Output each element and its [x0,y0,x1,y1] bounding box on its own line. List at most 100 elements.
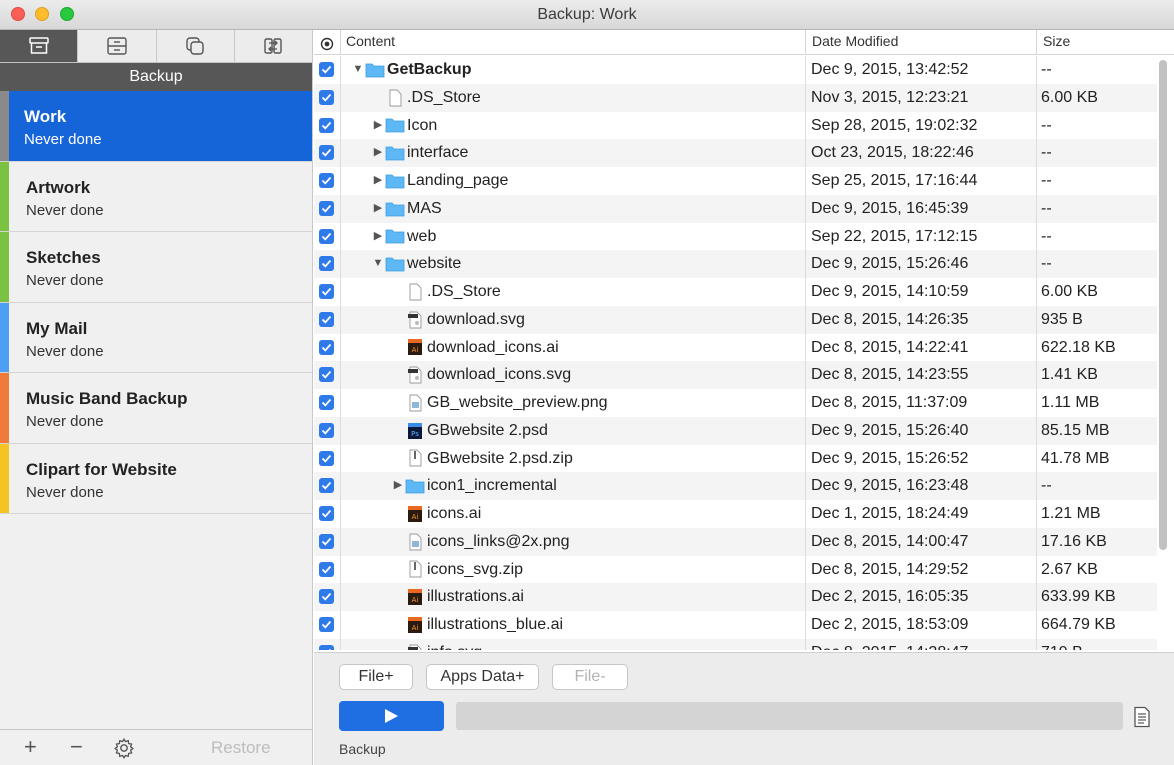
include-checkbox[interactable] [319,617,334,632]
file-name: download_icons.svg [427,366,572,384]
vertical-scrollbar[interactable] [1159,60,1167,550]
date-modified-cell: Dec 8, 2015, 14:00:47 [811,532,969,550]
table-row[interactable]: ▶ Icon Sep 28, 2015, 19:02:32 -- [314,112,1157,140]
table-row[interactable]: Ps GBwebsite 2.psd Dec 9, 2015, 15:26:40… [314,416,1157,445]
include-checkbox[interactable] [319,200,334,216]
table-row[interactable]: ▶ web Sep 22, 2015, 17:12:15 -- [314,223,1157,251]
checkmark-icon [321,343,332,352]
include-checkbox[interactable] [319,589,334,605]
disclosure-open-icon[interactable]: ▼ [371,250,385,278]
disclosure-open-icon[interactable]: ▼ [351,56,365,84]
table-row[interactable]: ▶ MAS Dec 9, 2015, 16:45:39 -- [314,194,1157,223]
job-status: Never done [24,131,102,148]
tab-clone[interactable] [157,30,235,62]
include-checkbox[interactable] [319,228,334,244]
folder-icon [385,172,405,190]
include-checkbox[interactable] [319,117,334,133]
include-checkbox[interactable] [319,284,334,299]
include-checkbox[interactable] [319,145,334,161]
file-name: interface [407,144,469,162]
content-cell: Ai icons.ai [391,500,481,528]
backup-job-item[interactable]: Clipart for Website Never done [0,443,312,514]
include-checkbox[interactable] [319,339,334,355]
include-checkbox[interactable] [319,478,334,494]
include-checkbox[interactable] [319,533,334,549]
include-checkbox[interactable] [319,256,334,272]
table-row[interactable]: icons_links@2x.png Dec 8, 2015, 14:00:47… [314,527,1157,556]
date-modified-cell: Oct 23, 2015, 18:22:46 [811,144,974,162]
table-row[interactable]: icons_svg.zip Dec 8, 2015, 14:29:52 2.67… [314,556,1157,584]
disclosure-closed-icon[interactable]: ▶ [371,112,385,140]
gear-icon[interactable] [113,737,135,759]
table-row[interactable]: ▶ icon1_incremental Dec 9, 2015, 16:23:4… [314,472,1157,500]
bottom-controls: File+ Apps Data+ File- Backup [314,652,1174,765]
apps-data-plus-button[interactable]: Apps Data+ [426,664,539,690]
file-minus-button[interactable]: File- [552,664,628,690]
include-checkbox[interactable] [319,506,334,521]
include-checkbox[interactable] [319,644,334,650]
table-row[interactable]: ▼ GetBackup Dec 9, 2015, 13:42:52 -- [314,56,1157,84]
backup-job-item[interactable]: Work Never done [0,91,312,162]
table-row[interactable]: .DS_Store Nov 3, 2015, 12:23:21 6.00 KB [314,83,1157,112]
table-row[interactable]: GBwebsite 2.psd.zip Dec 9, 2015, 15:26:5… [314,445,1157,473]
disclosure-closed-icon[interactable]: ▶ [371,195,385,223]
restore-button[interactable]: Restore [211,738,271,758]
log-document-icon[interactable] [1132,706,1152,728]
backup-job-item[interactable]: Sketches Never done [0,232,312,303]
include-checkbox[interactable] [319,62,334,77]
main-panel: Content Date Modified Size ▼ GetBackup D… [314,30,1174,765]
content-column-header[interactable]: Content [340,30,805,55]
include-checkbox[interactable] [319,173,334,188]
size-cell: 2.67 KB [1041,560,1098,578]
backup-job-item[interactable]: Artwork Never done [0,161,312,232]
table-row[interactable]: Ai icons.ai Dec 1, 2015, 18:24:49 1.21 M… [314,500,1157,528]
tab-backup[interactable] [0,30,79,62]
table-row[interactable]: ▶ interface Oct 23, 2015, 18:22:46 -- [314,139,1157,167]
table-row[interactable]: ▼ website Dec 9, 2015, 15:26:46 -- [314,250,1157,278]
disclosure-closed-icon[interactable]: ▶ [371,139,385,167]
svg-text:Ai: Ai [412,346,419,354]
date-modified-cell: Dec 9, 2015, 14:10:59 [811,283,969,300]
include-checkbox[interactable] [319,450,334,466]
backup-job-item[interactable]: My Mail Never done [0,302,312,373]
include-checkbox[interactable] [319,89,334,105]
disclosure-closed-icon[interactable]: ▶ [391,472,405,500]
tab-sync[interactable] [235,30,312,62]
table-row[interactable]: Ai illustrations_blue.ai Dec 2, 2015, 18… [314,611,1157,639]
table-row[interactable]: download.svg Dec 8, 2015, 14:26:35 935 B [314,305,1157,334]
table-row[interactable]: Ai download_icons.ai Dec 8, 2015, 14:22:… [314,334,1157,362]
include-checkbox[interactable] [319,311,334,327]
date-modified-cell: Sep 25, 2015, 17:16:44 [811,172,978,189]
date-column-header[interactable]: Date Modified [805,30,1036,55]
size-column-header[interactable]: Size [1036,30,1156,55]
content-cell: ▼ website [371,250,462,278]
backup-job-item[interactable]: Music Band Backup Never done [0,373,312,444]
include-checkbox[interactable] [319,367,334,383]
content-cell: download_icons.svg [391,361,571,389]
disclosure-closed-icon[interactable]: ▶ [371,167,385,195]
include-checkbox[interactable] [319,395,334,410]
table-row[interactable]: Ai illustrations.ai Dec 2, 2015, 16:05:3… [314,583,1157,611]
table-row[interactable]: .DS_Store Dec 9, 2015, 14:10:59 6.00 KB [314,278,1157,306]
job-name: Music Band Backup [26,389,188,408]
content-cell: GBwebsite 2.psd.zip [391,445,573,473]
file-name: MAS [407,199,442,217]
remove-job-button[interactable]: − [70,736,83,758]
checkmark-icon [321,149,332,157]
start-backup-button[interactable] [339,701,444,731]
date-modified-cell: Dec 9, 2015, 15:26:46 [811,255,969,273]
add-job-button[interactable]: + [24,736,37,758]
checkmark-icon [328,648,332,650]
table-row[interactable]: GB_website_preview.png Dec 8, 2015, 11:3… [314,389,1157,417]
include-checkbox[interactable] [319,561,334,577]
table-row[interactable]: download_icons.svg Dec 8, 2015, 14:23:55… [314,361,1157,389]
include-checkbox[interactable] [319,422,334,438]
content-cell: icons_links@2x.png [391,528,570,556]
table-row[interactable]: ▶ Landing_page Sep 25, 2015, 17:16:44 -- [314,167,1157,195]
tab-archive[interactable] [78,30,157,62]
disclosure-closed-icon[interactable]: ▶ [371,223,385,251]
table-row[interactable]: info.svg Dec 8, 2015, 14:28:47 719 B [314,638,1157,650]
date-modified-cell: Dec 1, 2015, 18:24:49 [811,505,969,522]
size-cell: -- [1041,144,1052,162]
file-plus-button[interactable]: File+ [339,664,413,690]
